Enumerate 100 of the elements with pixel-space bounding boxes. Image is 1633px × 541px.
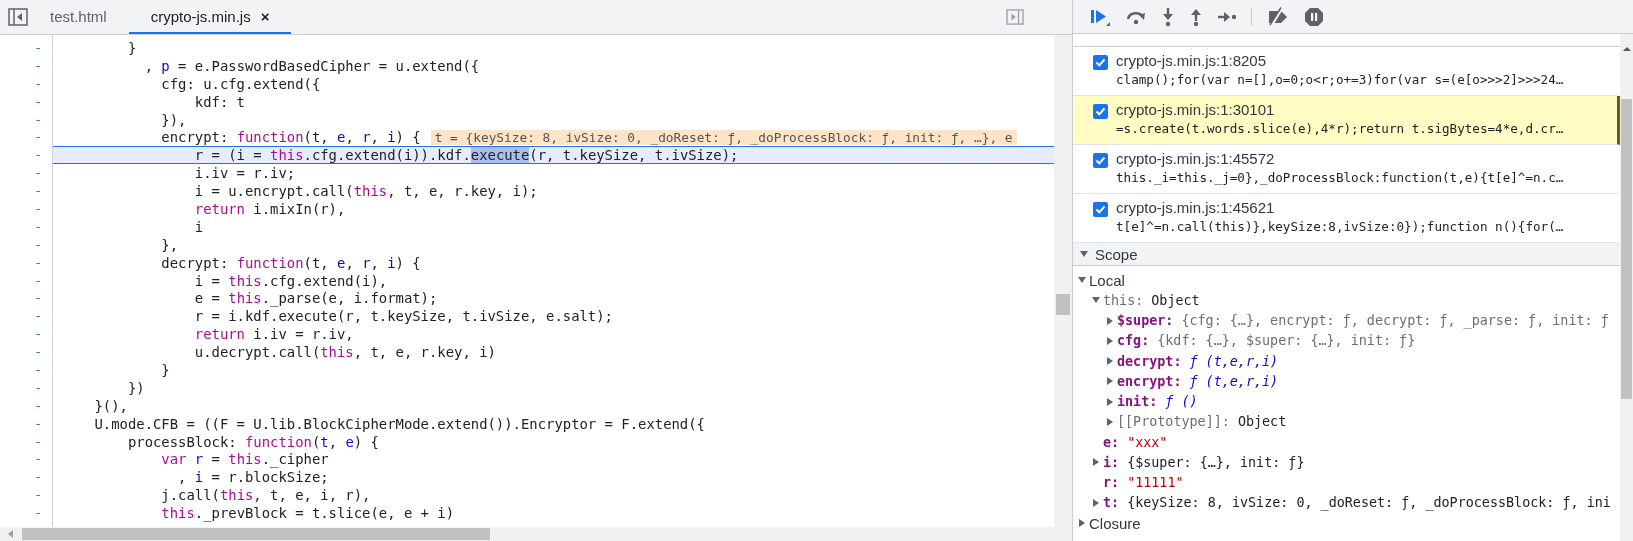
property-name: init: bbox=[1117, 394, 1158, 410]
line-marker: - bbox=[33, 164, 43, 183]
line-marker: - bbox=[33, 200, 43, 218]
breakpoint-location: crypto-js.min.js:1:30101 bbox=[1116, 101, 1276, 118]
expand-triangle-icon[interactable] bbox=[1105, 315, 1115, 326]
breakpoint-location: crypto-js.min.js:1:8205 bbox=[1116, 52, 1268, 69]
property-name: cfg: bbox=[1117, 333, 1150, 349]
horizontal-scrollbar[interactable] bbox=[0, 527, 1072, 541]
property-value: ƒ (t,e,r,i) bbox=[1189, 353, 1279, 369]
sidebar-toggle-icon[interactable] bbox=[8, 8, 28, 26]
breakpoint-item[interactable]: crypto-js.min.js:1:30101 =s.create(t.words.slice(e),4*r);return t.sigBytes=4*e,d.cr… bbox=[1073, 96, 1620, 145]
property-value: {$super: {…}, init: ƒ} bbox=[1127, 454, 1305, 470]
code-line: i.iv = r.iv; bbox=[193, 165, 296, 182]
breakpoint-checkbox[interactable] bbox=[1093, 55, 1108, 70]
property-value: "11111" bbox=[1127, 475, 1184, 491]
property-name: decrypt: bbox=[1117, 353, 1182, 369]
code-line: }(), bbox=[93, 397, 128, 414]
line-marker: - bbox=[33, 396, 43, 415]
code-line: }) bbox=[126, 379, 145, 396]
code-line: }, bbox=[160, 236, 179, 253]
line-marker: - bbox=[33, 92, 43, 111]
sidebar-toggle-icon[interactable] bbox=[1006, 9, 1024, 25]
file-tab[interactable]: crypto-js.min.js × bbox=[128, 0, 292, 34]
property-value: {kdf: {…}, $super: {…}, init: ƒ} bbox=[1157, 333, 1416, 349]
expand-triangle-icon[interactable] bbox=[1079, 249, 1089, 259]
line-marker: - bbox=[33, 378, 43, 397]
line-marker: - bbox=[33, 468, 43, 487]
code-line: u.decrypt.call(this, t, e, r.key, i) bbox=[193, 344, 496, 361]
property-value: "xxx" bbox=[1127, 434, 1168, 450]
property-name: e: bbox=[1103, 434, 1120, 450]
line-marker: - bbox=[33, 432, 43, 451]
line-marker: - bbox=[33, 271, 43, 290]
breakpoint-checkbox[interactable] bbox=[1093, 153, 1108, 168]
code-line: return i.mixIn(r), bbox=[193, 200, 346, 217]
line-marker: - bbox=[33, 56, 43, 75]
scope-name[interactable]: Local bbox=[1089, 271, 1125, 289]
scroll-up-icon[interactable] bbox=[1621, 44, 1632, 54]
code-line: i = u.encrypt.call(this, t, e, r.key, i); bbox=[193, 183, 538, 200]
line-marker: - bbox=[33, 128, 43, 147]
line-marker: - bbox=[33, 307, 43, 326]
line-marker: - bbox=[33, 146, 43, 165]
code-line: U.mode.CFB = ((F = U.lib.BlockCipherMode.extend()).Encryptor = F.extend({ bbox=[93, 415, 705, 432]
expand-triangle-icon[interactable] bbox=[1105, 416, 1115, 427]
file-tab[interactable]: test.html bbox=[28, 0, 129, 34]
code-line: i bbox=[193, 218, 204, 235]
breakpoint-code: t[e]^=n.call(this)},keySize:8,ivSize:0});function n(){for(… bbox=[1116, 219, 1564, 234]
expand-triangle-icon[interactable] bbox=[1091, 457, 1101, 468]
property-name: [[Prototype]]: bbox=[1117, 414, 1230, 430]
code-line: kdf: t bbox=[193, 93, 245, 110]
breakpoint-code: this._i=this._j=0},_doProcessBlock:function(t,e){t[e]^=n.c… bbox=[1116, 170, 1564, 185]
step-icon[interactable] bbox=[1217, 9, 1237, 24]
property-value: ƒ () bbox=[1165, 394, 1198, 410]
breakpoint-location: crypto-js.min.js:1:45621 bbox=[1116, 199, 1276, 216]
code-line: r = i.kdf.execute(r, t.keySize, t.ivSize, e.salt); bbox=[193, 308, 613, 325]
property-value: {cfg: {…}, encrypt: ƒ, decrypt: ƒ, _parse: ƒ, init: ƒ bbox=[1181, 313, 1609, 329]
breakpoint-checkbox[interactable] bbox=[1093, 202, 1108, 217]
expand-triangle-icon[interactable] bbox=[1077, 518, 1087, 529]
expand-triangle-icon[interactable] bbox=[1105, 396, 1115, 407]
expand-triangle-icon[interactable] bbox=[1105, 376, 1115, 387]
vertical-scrollbar[interactable] bbox=[1054, 35, 1072, 527]
code-line: cfg: u.cfg.extend({ bbox=[160, 75, 321, 92]
section-title[interactable]: Scope bbox=[1095, 245, 1138, 263]
property-value: Object bbox=[1151, 292, 1200, 308]
expand-triangle-icon[interactable] bbox=[1105, 335, 1115, 346]
breakpoint-checkbox[interactable] bbox=[1093, 104, 1108, 119]
inline-value: t = {keySize: 8, ivSize: 0, _doReset: ƒ, _doProcessBlock: ƒ, init: ƒ, …}, e bbox=[430, 129, 1017, 145]
line-marker: - bbox=[33, 253, 43, 272]
code-line: j.call(this, t, e, i, r), bbox=[160, 487, 371, 504]
close-icon[interactable]: × bbox=[260, 7, 270, 25]
line-marker: - bbox=[33, 235, 43, 254]
scope-name[interactable]: Closure bbox=[1089, 514, 1141, 532]
code-line: } bbox=[126, 39, 137, 56]
deactivate-breakpoints-icon[interactable] bbox=[1266, 6, 1290, 27]
code-line: decrypt: function(t, e, r, i) { bbox=[160, 254, 421, 271]
code-line: encrypt: function(t, e, r, i) { bbox=[160, 129, 421, 146]
code-line: , i = r.blockSize; bbox=[177, 469, 329, 486]
line-marker: - bbox=[33, 343, 43, 362]
expand-triangle-icon[interactable] bbox=[1105, 356, 1115, 367]
line-marker: - bbox=[33, 74, 43, 93]
code-line: } bbox=[160, 362, 170, 378]
line-marker: - bbox=[33, 504, 43, 523]
code-line: return i.iv = r.iv, bbox=[193, 326, 354, 343]
expand-triangle-icon[interactable] bbox=[1091, 497, 1101, 508]
property-value: {keySize: 8, ivSize: 0, _doReset: ƒ, _doProcessBlock: ƒ, ini bbox=[1127, 495, 1611, 511]
line-marker: - bbox=[33, 217, 43, 236]
line-marker: - bbox=[33, 450, 43, 469]
property-name: i: bbox=[1103, 454, 1120, 470]
line-marker: - bbox=[33, 289, 43, 308]
code-line: , p = e.PasswordBasedCipher = u.extend({ bbox=[143, 57, 480, 74]
vertical-scrollbar[interactable] bbox=[1620, 34, 1633, 541]
property-name: t: bbox=[1103, 495, 1120, 511]
property-name: encrypt: bbox=[1117, 373, 1182, 389]
code-line: i = this.cfg.extend(i), bbox=[193, 272, 388, 289]
line-marker: - bbox=[33, 182, 43, 200]
step-into-icon[interactable] bbox=[1161, 6, 1175, 27]
code-line: }), bbox=[160, 111, 187, 128]
pause-on-exceptions-icon[interactable] bbox=[1304, 6, 1324, 27]
line-marker: - bbox=[33, 414, 43, 433]
line-marker: - bbox=[33, 110, 43, 129]
property-value: ƒ (t,e,r,i) bbox=[1189, 373, 1279, 389]
